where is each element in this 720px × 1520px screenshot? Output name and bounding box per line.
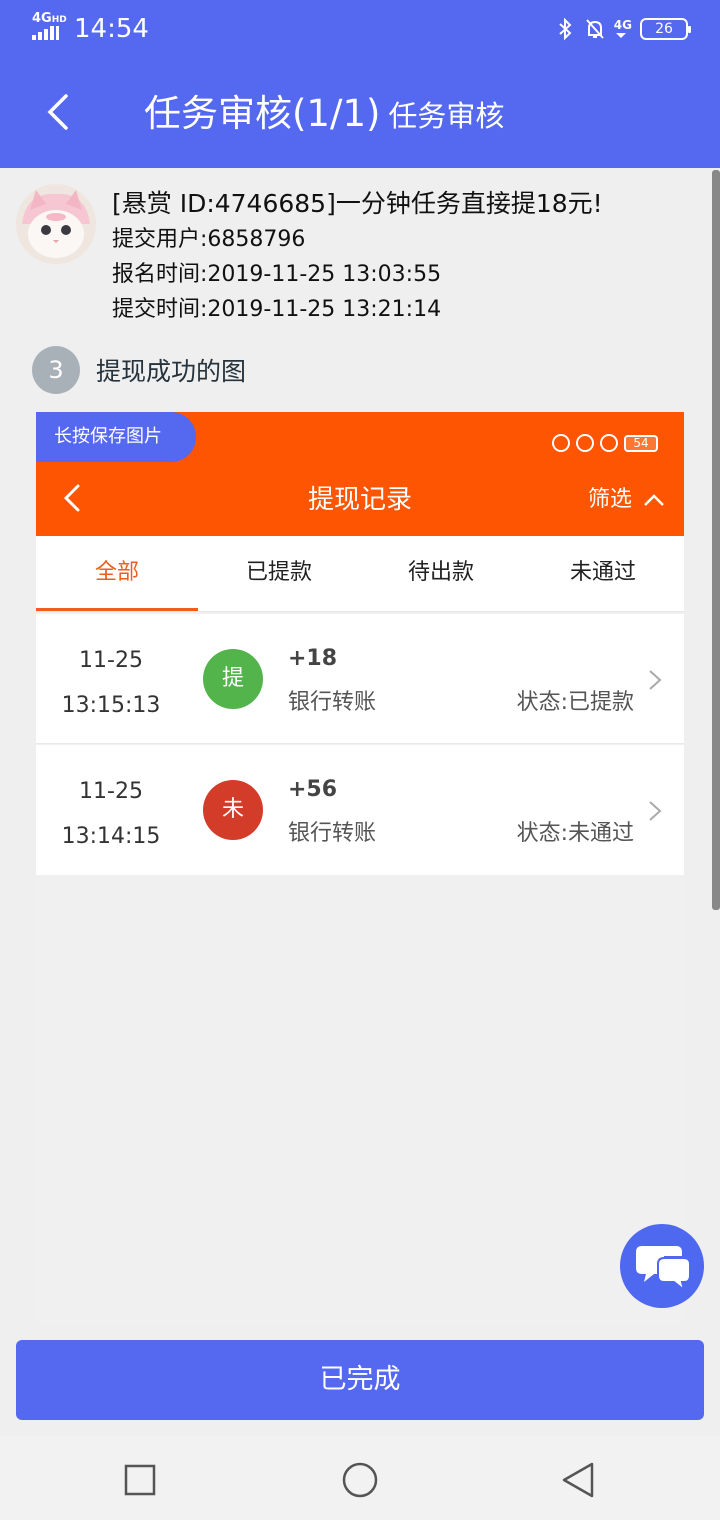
battery-level: 26 (655, 21, 673, 37)
filter-control: 筛选 (588, 480, 666, 520)
submit-user: 提交用户:6858796 (112, 227, 306, 252)
record-method: 银行转账 (288, 821, 377, 846)
record-status: 状态:已提款 (516, 690, 634, 715)
recent-apps-button[interactable] (120, 1460, 160, 1500)
network-sup: HD (51, 15, 67, 25)
square-icon (124, 1464, 156, 1496)
record-date: 11-25 (79, 779, 143, 804)
signal-bars-icon (32, 26, 62, 40)
page-title-main: 任务审核(1/1) (144, 92, 381, 135)
screenshot-header: 长按保存图片 54 提现记录 筛选 (36, 412, 684, 536)
mute-bell-icon (584, 17, 606, 41)
record-status: 状态:未通过 (516, 821, 634, 846)
record-method: 银行转账 (288, 690, 377, 715)
task-title: [悬赏 ID:4746685]一分钟任务直接提18元! (112, 189, 603, 218)
record-datetime: 11-25 13:14:15 (36, 769, 186, 859)
chevron-right-icon (649, 670, 662, 690)
record-time: 13:15:13 (61, 693, 161, 718)
home-button[interactable] (340, 1460, 380, 1500)
step-header: 3 提现成功的图 (32, 346, 246, 394)
back-nav-button[interactable] (558, 1460, 598, 1500)
status-time: 14:54 (74, 14, 149, 44)
page-subtitle: 任务审核 (388, 99, 505, 133)
back-arrow-icon (47, 94, 68, 130)
network-label: 4G (32, 11, 52, 26)
triangle-back-icon (562, 1462, 594, 1498)
signal-indicator: 4GHD (32, 11, 67, 40)
screenshot-title: 提现记录 (307, 485, 412, 515)
chevron-right-icon (649, 801, 662, 821)
chat-bubble-icon (636, 1246, 691, 1293)
filter-label: 筛选 (587, 487, 632, 512)
tab-withdrawn: 已提款 (245, 560, 312, 585)
bluetooth-icon (554, 17, 576, 41)
record-time: 13:14:15 (61, 824, 161, 849)
back-button[interactable] (30, 82, 90, 142)
signup-time: 报名时间:2019-11-25 13:03:55 (112, 262, 442, 287)
chevron-up-icon (644, 494, 664, 506)
lock-icon (576, 434, 594, 452)
tab-all: 全部 (36, 536, 198, 611)
status-bar: 4GHD 14:54 4G 26 (0, 0, 720, 58)
record-date: 11-25 (79, 648, 143, 673)
tab-pending: 待出款 (407, 560, 474, 585)
circle-icon (342, 1462, 378, 1498)
record-status-badge: 未 (203, 780, 263, 840)
screenshot-status-icons: 54 (552, 434, 658, 452)
record-tabs: 全部 已提款 待出款 未通过 (36, 536, 684, 612)
chat-button[interactable] (620, 1224, 704, 1308)
step-label: 提现成功的图 (96, 357, 247, 386)
record-row: 11-25 13:15:13 提 +18 银行转账 状态:已提款 (36, 614, 684, 744)
submit-time: 提交时间:2019-11-25 13:21:14 (112, 297, 442, 322)
cat-avatar-icon (16, 184, 96, 264)
done-button[interactable]: 已完成 (16, 1340, 704, 1420)
record-amount: +56 (288, 777, 338, 802)
bell-icon (552, 434, 570, 452)
step-number: 3 (32, 346, 80, 394)
task-info: [悬赏 ID:4746685]一分钟任务直接提18元! 提交用户:6858796… (112, 186, 603, 327)
battery-icon: 26 (640, 18, 691, 40)
header: 任务审核(1/1) 任务审核 (0, 60, 720, 168)
avatar (16, 184, 96, 264)
page-title: 任务审核(1/1) 任务审核 (144, 88, 504, 142)
record-status-badge: 提 (203, 649, 263, 709)
status-icons: 4G 26 (554, 16, 691, 42)
alarm-icon (600, 434, 618, 452)
submitted-screenshot[interactable]: 长按保存图片 54 提现记录 筛选 全部 已提款 待出款 未通过 11-25 1… (36, 412, 684, 1324)
network-type: 4G (614, 19, 632, 39)
record-datetime: 11-25 13:15:13 (36, 638, 186, 728)
record-amount: +18 (288, 646, 338, 671)
screenshot-battery: 54 (624, 434, 658, 452)
scrollbar[interactable] (712, 170, 720, 910)
system-nav-bar (0, 1436, 720, 1520)
tab-rejected: 未通过 (569, 560, 636, 585)
record-row: 11-25 13:14:15 未 +56 银行转账 状态:未通过 (36, 745, 684, 875)
app-header-bar: 4GHD 14:54 4G 26 任务审核(1/1) 任务审核 (0, 0, 720, 168)
save-image-hint[interactable]: 长按保存图片 (36, 412, 196, 462)
